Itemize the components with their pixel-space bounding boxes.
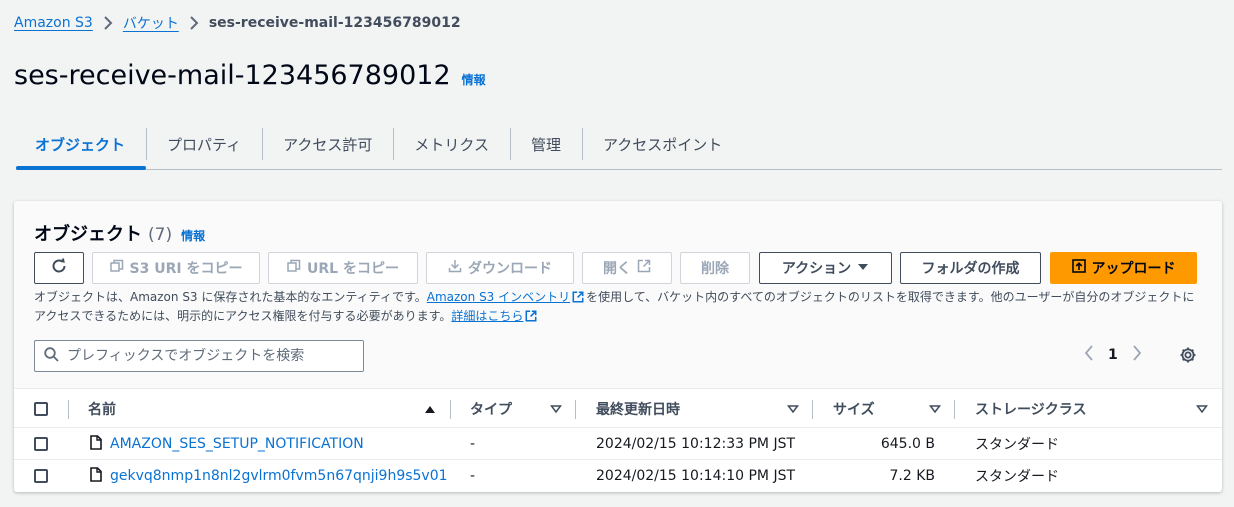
column-header-last-modified[interactable]: 最終更新日時 xyxy=(596,389,680,429)
search-input[interactable] xyxy=(67,348,347,364)
object-search xyxy=(34,340,364,372)
refresh-button[interactable] xyxy=(34,252,84,284)
copy-url-button[interactable]: URL をコピー xyxy=(268,252,418,284)
row-checkbox[interactable] xyxy=(34,437,48,451)
object-name-link[interactable]: AMAZON_SES_SETUP_NOTIFICATION xyxy=(110,436,364,452)
gear-icon[interactable] xyxy=(1179,346,1197,368)
learn-more-link[interactable]: 詳細はこちら xyxy=(451,309,523,323)
column-divider xyxy=(954,400,955,419)
breadcrumb-buckets[interactable]: バケット xyxy=(123,13,179,33)
chevron-right-icon xyxy=(189,16,199,30)
create-folder-button[interactable]: フォルダの作成 xyxy=(900,252,1041,284)
objects-count: (7) xyxy=(148,225,173,245)
tab-objects[interactable]: オブジェクト xyxy=(16,120,147,170)
copy-icon xyxy=(109,259,124,277)
open-label: 開く xyxy=(603,261,631,277)
column-header-storage-class[interactable]: ストレージクラス xyxy=(975,389,1086,429)
object-type: - xyxy=(470,468,476,484)
table-header: 名前 タイプ 最終更新日時 サイズ ストレージクラス xyxy=(14,388,1222,428)
object-type: - xyxy=(470,436,476,452)
refresh-icon xyxy=(50,257,68,279)
upload-label: アップロード xyxy=(1091,261,1176,277)
object-name-cell: AMAZON_SES_SETUP_NOTIFICATION xyxy=(90,428,364,460)
object-last-modified: 2024/02/15 10:14:10 PM JST xyxy=(596,468,796,484)
actions-dropdown-button[interactable]: アクション xyxy=(759,252,892,284)
column-header-type[interactable]: タイプ xyxy=(470,389,512,429)
tab-bar: オブジェクト プロパティ アクセス許可 メトリクス 管理 アクセスポイント xyxy=(16,120,1222,170)
copy-url-label: URL をコピー xyxy=(307,261,399,277)
sort-icon[interactable] xyxy=(1196,389,1208,429)
download-icon xyxy=(448,259,462,277)
page-info-link[interactable]: 情報 xyxy=(462,71,486,88)
column-divider xyxy=(575,400,576,419)
table-row: AMAZON_SES_SETUP_NOTIFICATION - 2024/02/… xyxy=(14,428,1222,460)
objects-panel-title: オブジェクト xyxy=(34,224,142,245)
select-all-checkbox[interactable] xyxy=(34,402,48,416)
download-label: ダウンロード xyxy=(468,261,552,277)
copy-icon xyxy=(287,259,301,277)
column-header-size[interactable]: サイズ xyxy=(833,389,875,429)
tab-permissions[interactable]: アクセス許可 xyxy=(262,120,393,168)
sort-icon[interactable] xyxy=(929,389,941,429)
object-last-modified: 2024/02/15 10:12:33 PM JST xyxy=(596,436,796,452)
column-divider xyxy=(450,400,451,419)
row-checkbox-cell xyxy=(34,428,48,460)
search-icon xyxy=(44,346,59,366)
open-button[interactable]: 開く xyxy=(582,252,672,284)
objects-info-link[interactable]: 情報 xyxy=(181,227,205,244)
object-size: 7.2 KB xyxy=(889,468,936,484)
pagination: 1 xyxy=(1084,345,1142,365)
previous-page-icon[interactable] xyxy=(1084,345,1094,365)
next-page-icon[interactable] xyxy=(1132,345,1142,365)
page-header: ses-receive-mail-123456789012 情報 xyxy=(14,60,486,91)
external-link-icon xyxy=(525,310,537,327)
breadcrumb-amazon-s3[interactable]: Amazon S3 xyxy=(14,15,93,31)
column-divider xyxy=(68,400,69,419)
inventory-link[interactable]: Amazon S3 インベントリ xyxy=(427,290,570,304)
object-storage-class: スタンダード xyxy=(975,469,1059,485)
external-link-icon xyxy=(572,291,584,308)
select-all-checkbox-cell xyxy=(34,389,48,429)
column-header-name[interactable]: 名前 xyxy=(88,389,116,429)
objects-panel: オブジェクト (7) 情報 S3 URI をコピー URL をコピー ダウンロー xyxy=(14,201,1222,492)
column-divider xyxy=(812,400,813,419)
tab-properties[interactable]: プロパティ xyxy=(146,120,262,168)
object-size: 645.0 B xyxy=(880,436,935,452)
row-checkbox-cell xyxy=(34,460,48,492)
object-name-link[interactable]: gekvq8nmp1n8nl2gvlrm0fvm5n67qnji9h9s5v01 xyxy=(110,468,448,484)
file-icon xyxy=(90,466,102,486)
sort-icon[interactable] xyxy=(787,389,799,429)
row-checkbox[interactable] xyxy=(34,469,48,483)
objects-toolbar: S3 URI をコピー URL をコピー ダウンロード 開く 削除 アクション xyxy=(34,252,1204,284)
table-row: gekvq8nmp1n8nl2gvlrm0fvm5n67qnji9h9s5v01… xyxy=(14,460,1222,492)
actions-label: アクション xyxy=(781,261,852,277)
chevron-right-icon xyxy=(103,16,113,30)
upload-icon xyxy=(1071,259,1086,277)
sort-icon[interactable] xyxy=(550,389,562,429)
objects-panel-title-row: オブジェクト (7) 情報 xyxy=(34,220,205,246)
object-name-cell: gekvq8nmp1n8nl2gvlrm0fvm5n67qnji9h9s5v01 xyxy=(90,460,448,492)
current-page-number[interactable]: 1 xyxy=(1108,347,1118,363)
copy-s3-uri-button[interactable]: S3 URI をコピー xyxy=(92,252,260,284)
description-text-1: オブジェクトは、Amazon S3 に保存された基本的なエンティティです。 xyxy=(34,290,427,304)
tab-access-points[interactable]: アクセスポイント xyxy=(581,120,743,168)
file-icon xyxy=(90,434,102,454)
page-title: ses-receive-mail-123456789012 xyxy=(14,60,451,91)
object-storage-class: スタンダード xyxy=(975,437,1059,453)
breadcrumb: Amazon S3 バケット ses-receive-mail-12345678… xyxy=(14,13,461,33)
breadcrumb-current: ses-receive-mail-123456789012 xyxy=(208,15,461,31)
objects-description: オブジェクトは、Amazon S3 に保存された基本的なエンティティです。Ama… xyxy=(34,289,1204,327)
sort-ascending-icon[interactable] xyxy=(424,389,436,429)
upload-button[interactable]: アップロード xyxy=(1050,252,1197,284)
tab-metrics[interactable]: メトリクス xyxy=(393,120,510,168)
tab-management[interactable]: 管理 xyxy=(509,120,582,168)
delete-button[interactable]: 削除 xyxy=(680,252,750,284)
caret-down-icon xyxy=(857,260,869,276)
download-button[interactable]: ダウンロード xyxy=(426,252,574,284)
external-link-icon xyxy=(637,259,651,277)
copy-s3-uri-label: S3 URI をコピー xyxy=(129,261,243,277)
